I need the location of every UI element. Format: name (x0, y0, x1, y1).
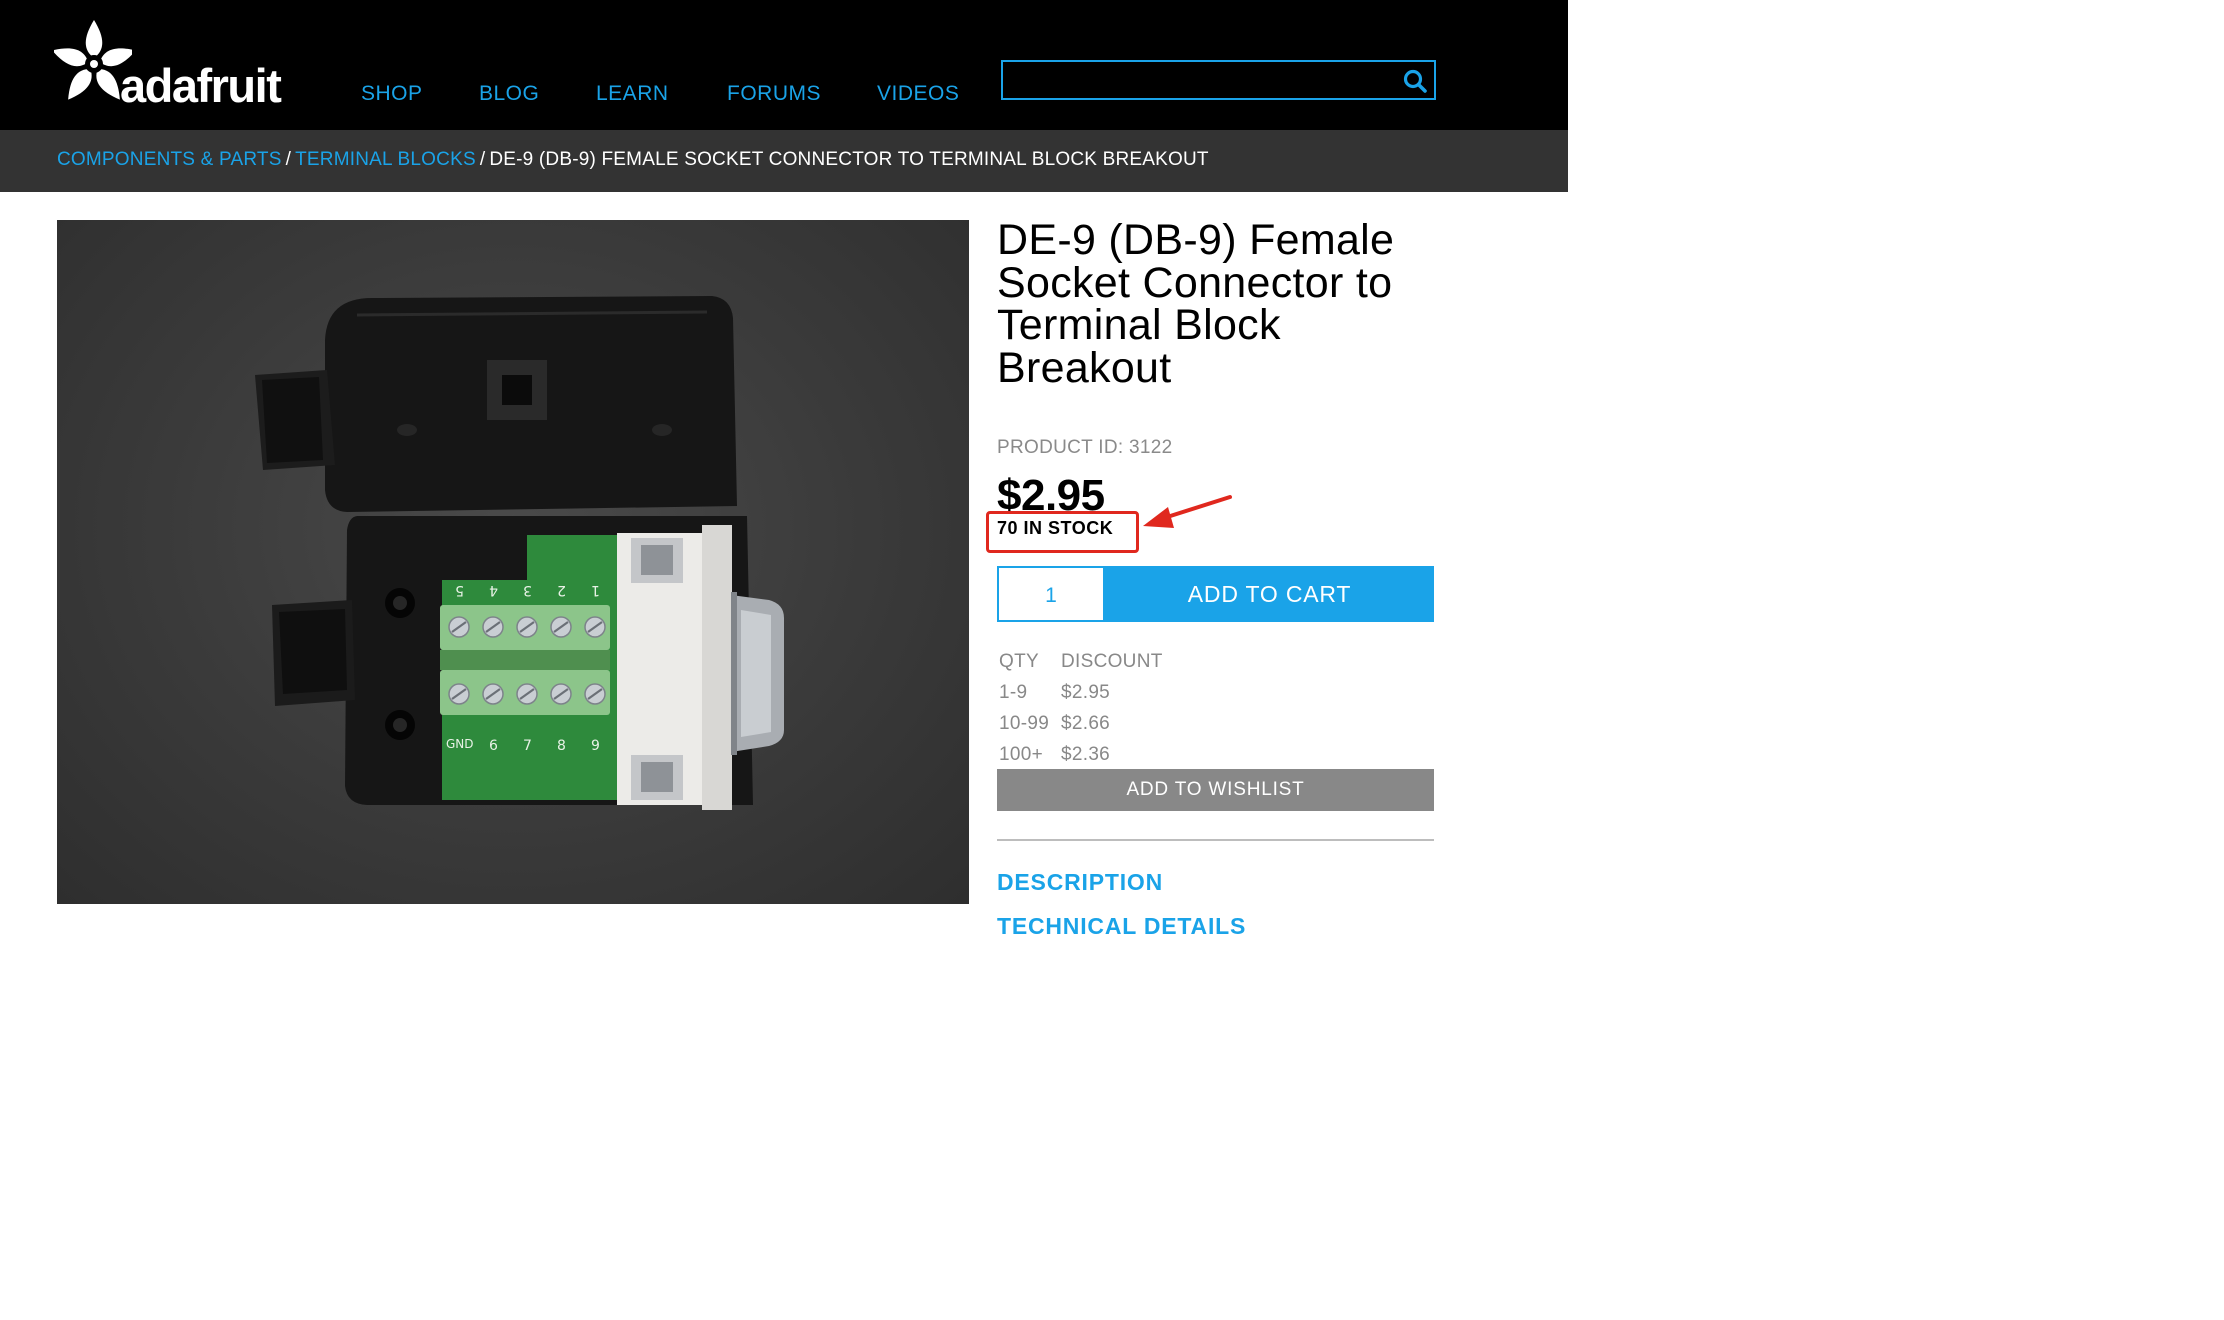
nav-videos[interactable]: VIDEOS (877, 82, 959, 106)
nav-shop[interactable]: SHOP (361, 82, 423, 106)
pcb-label-4: 4 (489, 582, 498, 598)
discount-price: $2.66 (1061, 712, 1111, 734)
tab-description[interactable]: DESCRIPTION (997, 869, 1163, 896)
nav-forums[interactable]: FORUMS (727, 82, 821, 106)
discount-header-discount: DISCOUNT (1061, 650, 1163, 672)
breadcrumb-separator: / (479, 149, 486, 170)
discount-header-row: QTY DISCOUNT (997, 646, 1163, 677)
table-row: 1-9 $2.95 (997, 677, 1163, 708)
breadcrumb-separator: / (285, 149, 292, 170)
pcb-label-8: 8 (557, 738, 566, 754)
product-id: PRODUCT ID: 3122 (997, 437, 1173, 458)
quantity-input[interactable] (999, 568, 1103, 620)
search-input[interactable] (1009, 66, 1393, 96)
pcb-label-6: 6 (489, 738, 498, 754)
product-title: DE-9 (DB-9) Female Socket Connector to T… (997, 216, 1395, 392)
pcb-label-2: 2 (557, 582, 566, 598)
nav-learn[interactable]: LEARN (596, 82, 669, 106)
tab-technical-details[interactable]: TECHNICAL DETAILS (997, 913, 1246, 940)
breadcrumb-current: DE-9 (DB-9) FEMALE SOCKET CONNECTOR TO T… (489, 149, 1209, 170)
product-image[interactable]: 5 4 3 2 1 GND 6 7 8 9 (57, 220, 969, 904)
pcb-label-gnd: GND (446, 737, 474, 751)
pcb-label-1: 1 (591, 582, 600, 598)
annotation-arrow-icon (1143, 495, 1232, 528)
pcb-label-9: 9 (591, 738, 600, 754)
table-row: 100+ $2.36 (997, 739, 1163, 770)
logo-wordmark: adafruit (120, 59, 282, 112)
pcb-label-3: 3 (523, 582, 532, 598)
quantity-field (997, 566, 1105, 622)
search-box (1001, 60, 1436, 100)
add-to-wishlist-button[interactable]: ADD TO WISHLIST (997, 769, 1434, 811)
search-icon[interactable] (1402, 68, 1428, 94)
breadcrumb-terminal-blocks[interactable]: TERMINAL BLOCKS (295, 149, 476, 170)
table-row: 10-99 $2.66 (997, 708, 1163, 739)
stock-highlight-box (986, 511, 1139, 553)
nav-blog[interactable]: BLOG (479, 82, 539, 106)
discount-qty: 100+ (999, 743, 1043, 765)
add-to-cart-button[interactable]: ADD TO CART (1105, 566, 1434, 622)
adafruit-logo[interactable]: adafruit (54, 16, 304, 112)
divider (997, 839, 1434, 841)
discount-header-qty: QTY (999, 650, 1039, 672)
top-navigation-bar: adafruit SHOP BLOG LEARN FORUMS VIDEOS (0, 0, 1568, 130)
discount-price: $2.95 (1061, 681, 1111, 703)
connector-illustration: 5 4 3 2 1 GND 6 7 8 9 (255, 296, 784, 810)
discount-price: $2.36 (1061, 743, 1111, 765)
pcb-label-7: 7 (523, 738, 532, 754)
breadcrumb: COMPONENTS & PARTS / TERMINAL BLOCKS / DE-9 … (57, 149, 1209, 171)
discount-qty: 1-9 (999, 681, 1028, 703)
discount-table: QTY DISCOUNT 1-9 $2.95 10-99 $2.66 100+ … (997, 646, 1163, 770)
breadcrumb-components-parts[interactable]: COMPONENTS & PARTS (57, 149, 282, 170)
discount-qty: 10-99 (999, 712, 1050, 734)
pcb-label-5: 5 (455, 582, 464, 598)
